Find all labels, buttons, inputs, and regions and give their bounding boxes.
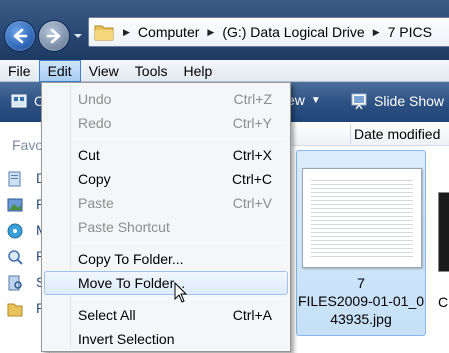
menu-help[interactable]: Help [175, 60, 220, 82]
chevron-right-icon[interactable]: ▶ [123, 27, 130, 38]
pictures-icon[interactable] [6, 196, 24, 214]
file-thumbnail[interactable] [302, 168, 422, 268]
organize-icon [11, 94, 27, 108]
address-field[interactable]: ▶ Computer ▶ (G:) Data Logical Drive ▶ 7… [88, 17, 449, 47]
menu-item-invert-selection[interactable]: Invert Selection [44, 327, 288, 351]
column-divider[interactable] [350, 124, 351, 144]
public-folder-icon[interactable] [6, 300, 24, 318]
menu-item-paste[interactable]: Paste Ctrl+V [44, 191, 288, 215]
address-bar-area: ▶ Computer ▶ (G:) Data Logical Drive ▶ 7… [0, 0, 449, 60]
recent-pages-dropdown-icon[interactable] [73, 32, 83, 40]
menu-item-copy-to-folder[interactable]: Copy To Folder... [44, 247, 288, 271]
menu-item-paste-shortcut[interactable]: Paste Shortcut [44, 215, 288, 239]
file-thumbnail-2[interactable] [438, 192, 449, 272]
menu-item-cut[interactable]: Cut Ctrl+X [44, 143, 288, 167]
breadcrumb-folder[interactable]: 7 PICS [388, 24, 432, 40]
favorites-heading: Favo [12, 137, 44, 153]
chevron-right-icon[interactable]: ▶ [373, 27, 380, 38]
chevron-down-icon: ▼ [310, 94, 321, 106]
menu-item-copy[interactable]: Copy Ctrl+C [44, 167, 288, 191]
arrow-right-icon [46, 28, 61, 44]
column-date-modified[interactable]: Date modified [354, 126, 440, 142]
edit-menu-dropdown: Undo Ctrl+Z Redo Ctrl+Y Cut Ctrl+X Copy Ctrl… [41, 82, 291, 352]
slideshow-label: Slide Show [374, 93, 445, 109]
menu-edit[interactable]: Edit [38, 59, 81, 82]
file-name-2: C [438, 294, 449, 310]
slideshow-button[interactable]: Slide Show [350, 92, 444, 110]
mouse-pointer-icon [174, 282, 188, 303]
music-icon[interactable] [6, 222, 24, 240]
views-button[interactable]: ew ▼ [287, 92, 321, 108]
breadcrumb: ▶ Computer ▶ (G:) Data Logical Drive ▶ 7… [119, 24, 432, 40]
menu-separator [72, 243, 286, 244]
documents-icon[interactable] [6, 170, 24, 188]
forward-button[interactable] [38, 20, 70, 52]
menu-item-move-to-folder[interactable]: Move To Folder... [44, 271, 288, 295]
file-name: 7 FILES2009-01-01_0 43935.jpg [297, 275, 425, 327]
menu-item-redo[interactable]: Redo Ctrl+Y [44, 111, 288, 135]
slideshow-icon [351, 93, 367, 110]
menu-file[interactable]: File [0, 60, 39, 82]
organize-button[interactable]: O [10, 92, 45, 110]
menu-item-undo[interactable]: Undo Ctrl+Z [44, 87, 288, 111]
recently-changed-icon[interactable] [6, 248, 24, 266]
folder-icon [94, 25, 114, 41]
menu-view[interactable]: View [81, 60, 127, 82]
searches-icon[interactable] [6, 274, 24, 292]
column-header: Date modified [292, 122, 449, 146]
menu-tools[interactable]: Tools [127, 60, 176, 82]
breadcrumb-computer[interactable]: Computer [138, 24, 199, 40]
menu-item-select-all[interactable]: Select All Ctrl+A [44, 303, 288, 327]
menu-bar: File Edit View Tools Help [0, 59, 449, 82]
menu-separator [72, 139, 286, 140]
back-button[interactable] [4, 20, 36, 52]
arrow-left-icon [13, 28, 28, 44]
breadcrumb-drive[interactable]: (G:) Data Logical Drive [222, 24, 364, 40]
chevron-right-icon[interactable]: ▶ [207, 27, 214, 38]
